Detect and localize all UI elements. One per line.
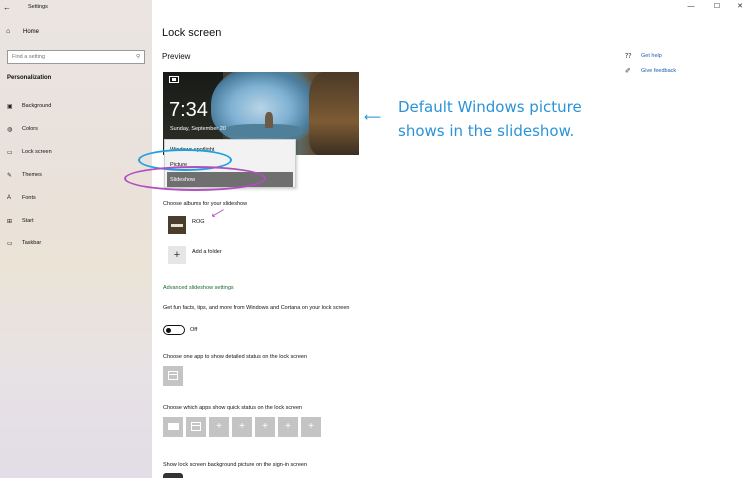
quick-status-label: Choose which apps show quick status on t…	[163, 405, 303, 411]
sidebar-item-label: Taskbar	[22, 240, 42, 246]
detailed-status-app-tile[interactable]	[163, 366, 183, 386]
get-help-label[interactable]: Get help	[641, 53, 662, 59]
toggle-state-label: Off	[190, 327, 198, 333]
quick-status-add-tile[interactable]: +	[209, 417, 229, 437]
start-icon: ⊞	[7, 218, 13, 225]
section-heading: Personalization	[7, 75, 52, 81]
app-title: Settings	[28, 4, 48, 10]
albums-label: Choose albums for your slideshow	[163, 201, 248, 207]
sidebar-item-label: Colors	[22, 126, 38, 132]
home-nav-item[interactable]: ⌂ Home	[6, 28, 39, 35]
sidebar-item-label: Start	[22, 218, 34, 224]
annotation-text: Default Windows picture shows in the sli…	[398, 98, 582, 140]
search-icon[interactable]: ⚲	[136, 54, 140, 60]
annotation-purple-arrow-icon: ⟵	[209, 205, 228, 222]
title-bar: ← Settings	[0, 0, 152, 14]
sidebar-item-taskbar[interactable]: ▭ Taskbar	[0, 236, 152, 250]
sidebar-item-label: Themes	[22, 172, 42, 178]
sidebar-item-lock-screen[interactable]: ▭ Lock screen	[0, 145, 152, 159]
home-label: Home	[23, 28, 40, 35]
quick-status-add-tile[interactable]: +	[301, 417, 321, 437]
help-links: ⁇ Get help ✐ Give feedback	[625, 48, 676, 78]
sidebar-item-background[interactable]: ▣ Background	[0, 99, 152, 113]
preview-heading: Preview	[162, 52, 191, 61]
get-help-link[interactable]: ⁇ Get help	[625, 48, 676, 63]
page-title: Lock screen	[162, 27, 222, 39]
fun-facts-toggle[interactable]	[163, 325, 185, 335]
detailed-status-label: Choose one app to show detailed status o…	[163, 354, 308, 360]
advanced-slideshow-link[interactable]: Advanced slideshow settings	[163, 285, 234, 291]
feedback-icon: ✐	[625, 67, 631, 75]
search-input[interactable]	[12, 54, 122, 60]
add-folder-button[interactable]: +	[168, 246, 186, 264]
image-icon: ▣	[7, 103, 13, 110]
palette-icon: ◍	[7, 126, 13, 133]
chat-help-icon: ⁇	[625, 52, 632, 60]
sidebar-item-label: Lock screen	[22, 149, 52, 155]
calendar-icon	[168, 370, 178, 380]
sidebar-item-fonts[interactable]: A Fonts	[0, 191, 152, 205]
sidebar: ← Settings ⌂ Home ⚲ Personalization ▣ Ba…	[0, 0, 152, 478]
calendar-icon	[191, 421, 201, 431]
quick-status-add-tile[interactable]: +	[232, 417, 252, 437]
fun-facts-description: Get fun facts, tips, and more from Windo…	[163, 305, 350, 311]
sidebar-item-start[interactable]: ⊞ Start	[0, 214, 152, 228]
add-folder-label[interactable]: Add a folder	[192, 249, 222, 255]
home-icon: ⌂	[6, 28, 11, 35]
give-feedback-label[interactable]: Give feedback	[641, 68, 676, 74]
quick-status-add-tile[interactable]: +	[255, 417, 275, 437]
sidebar-item-label: Fonts	[22, 195, 36, 201]
sidebar-item-label: Background	[22, 103, 52, 109]
preview-picture-icon	[169, 76, 179, 83]
quick-status-mail-tile[interactable]	[163, 417, 183, 437]
give-feedback-link[interactable]: ✐ Give feedback	[625, 63, 676, 78]
preview-date: Sunday, September 20	[170, 126, 226, 132]
mail-icon	[167, 422, 179, 430]
sidebar-item-colors[interactable]: ◍ Colors	[0, 122, 152, 136]
search-box[interactable]: ⚲	[7, 50, 145, 64]
album-name[interactable]: ROG	[192, 219, 205, 225]
quick-status-add-tile[interactable]: +	[278, 417, 298, 437]
minimize-button[interactable]: —	[678, 0, 704, 14]
signin-background-label: Show lock screen background picture on t…	[163, 462, 307, 468]
quick-status-calendar-tile[interactable]	[186, 417, 206, 437]
annotation-ring-purple	[124, 166, 266, 191]
brush-icon: ✎	[7, 172, 13, 179]
back-arrow-icon[interactable]: ←	[0, 3, 14, 12]
preview-time: 7:34	[169, 99, 208, 121]
font-icon: A	[7, 195, 12, 201]
close-button[interactable]: ✕	[727, 0, 750, 14]
signin-toggle-partial[interactable]	[163, 473, 183, 478]
album-thumbnail[interactable]	[168, 216, 186, 234]
annotation-arrow-icon: ⟵	[364, 110, 382, 124]
taskbar-icon: ▭	[7, 240, 13, 247]
lock-screen-icon: ▭	[7, 149, 13, 156]
